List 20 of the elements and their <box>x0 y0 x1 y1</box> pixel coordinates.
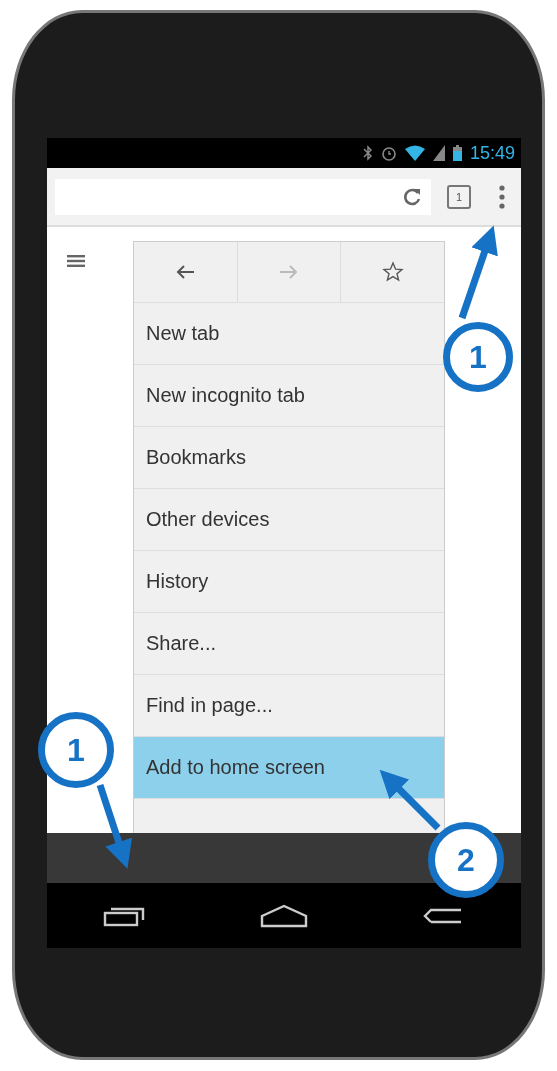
menu-item[interactable]: Share... <box>134 613 444 675</box>
arrow <box>379 769 441 831</box>
battery-icon <box>452 145 462 161</box>
address-field[interactable] <box>55 178 431 215</box>
menu-item[interactable]: History <box>134 551 444 613</box>
menu-icon[interactable] <box>499 184 505 209</box>
hamburger-icon[interactable] <box>67 255 85 267</box>
alarm-icon <box>380 145 397 161</box>
menu-item[interactable]: Other devices <box>134 489 444 551</box>
clock-time: 15:49 <box>469 142 515 164</box>
menu-item[interactable]: New incognito tab <box>134 365 444 427</box>
menu-item[interactable]: Bookmarks <box>134 427 444 489</box>
signal-icon <box>432 145 445 161</box>
menu-item[interactable]: New tab <box>134 303 444 365</box>
menu-item[interactable]: Add to home screen <box>134 737 444 799</box>
home-icon[interactable] <box>260 903 308 928</box>
wifi-icon <box>404 145 425 161</box>
bluetooth-icon <box>362 145 373 161</box>
tab-switcher-button[interactable]: 1 <box>447 184 471 209</box>
star-icon[interactable] <box>381 261 404 283</box>
